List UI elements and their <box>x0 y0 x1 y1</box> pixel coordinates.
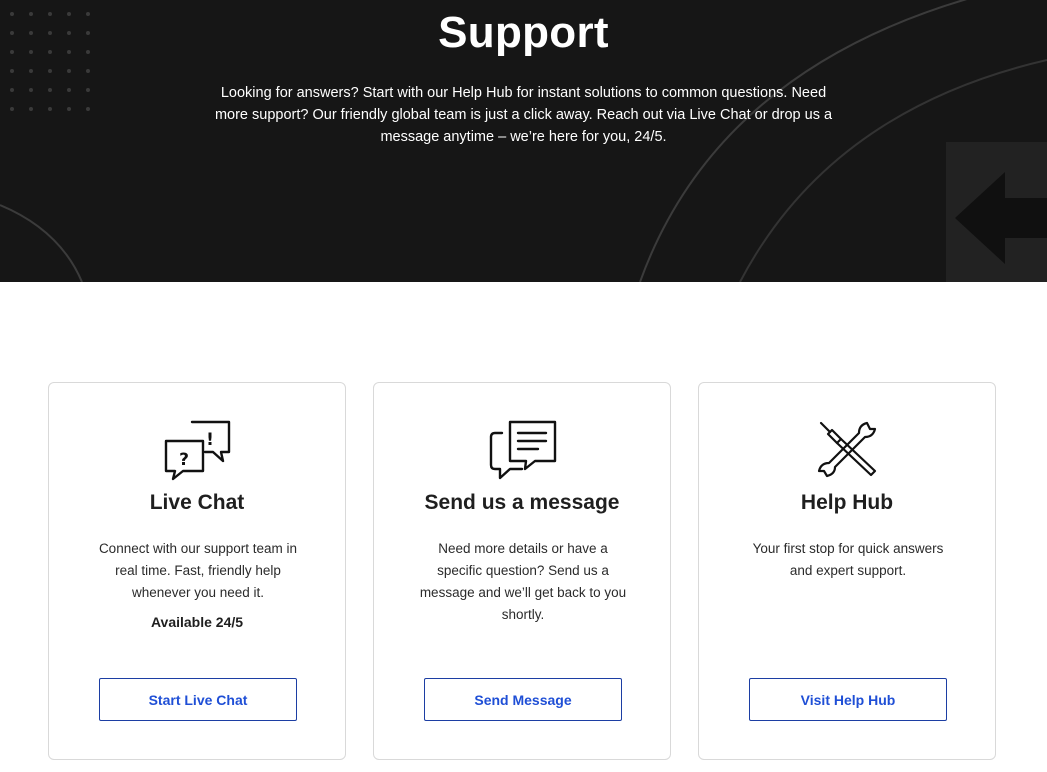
card-description: Connect with our support team in real ti… <box>98 541 298 600</box>
card-description: Your first stop for quick answers and ex… <box>752 541 944 578</box>
send-message-card: Send us a message Need more details or h… <box>373 382 671 760</box>
chat-bubbles-icon: ? ! <box>164 420 231 481</box>
send-message-button[interactable]: Send Message <box>424 678 622 721</box>
help-hub-card: Help Hub Your first stop for quick answe… <box>698 382 996 760</box>
hero-banner: Support Looking for answers? Start with … <box>0 0 1047 282</box>
visit-help-hub-button[interactable]: Visit Help Hub <box>749 678 947 721</box>
page-title: Support <box>438 8 609 57</box>
start-live-chat-button[interactable]: Start Live Chat <box>99 678 297 721</box>
card-description: Need more details or have a specific que… <box>419 541 627 622</box>
card-title: Help Hub <box>800 491 894 514</box>
svg-text:?: ? <box>179 450 189 470</box>
hero-description: Looking for answers? Start with our Help… <box>214 85 833 145</box>
svg-text:!: ! <box>206 430 214 450</box>
availability-note: Available 24/5 <box>150 614 244 630</box>
card-title: Send us a message <box>424 491 620 514</box>
message-icon <box>489 420 557 480</box>
arrow-decoration <box>946 142 1047 282</box>
card-title: Live Chat <box>149 491 245 514</box>
tools-icon <box>817 421 877 478</box>
live-chat-card: ? ! Live Chat Connect with our support t… <box>48 382 346 760</box>
